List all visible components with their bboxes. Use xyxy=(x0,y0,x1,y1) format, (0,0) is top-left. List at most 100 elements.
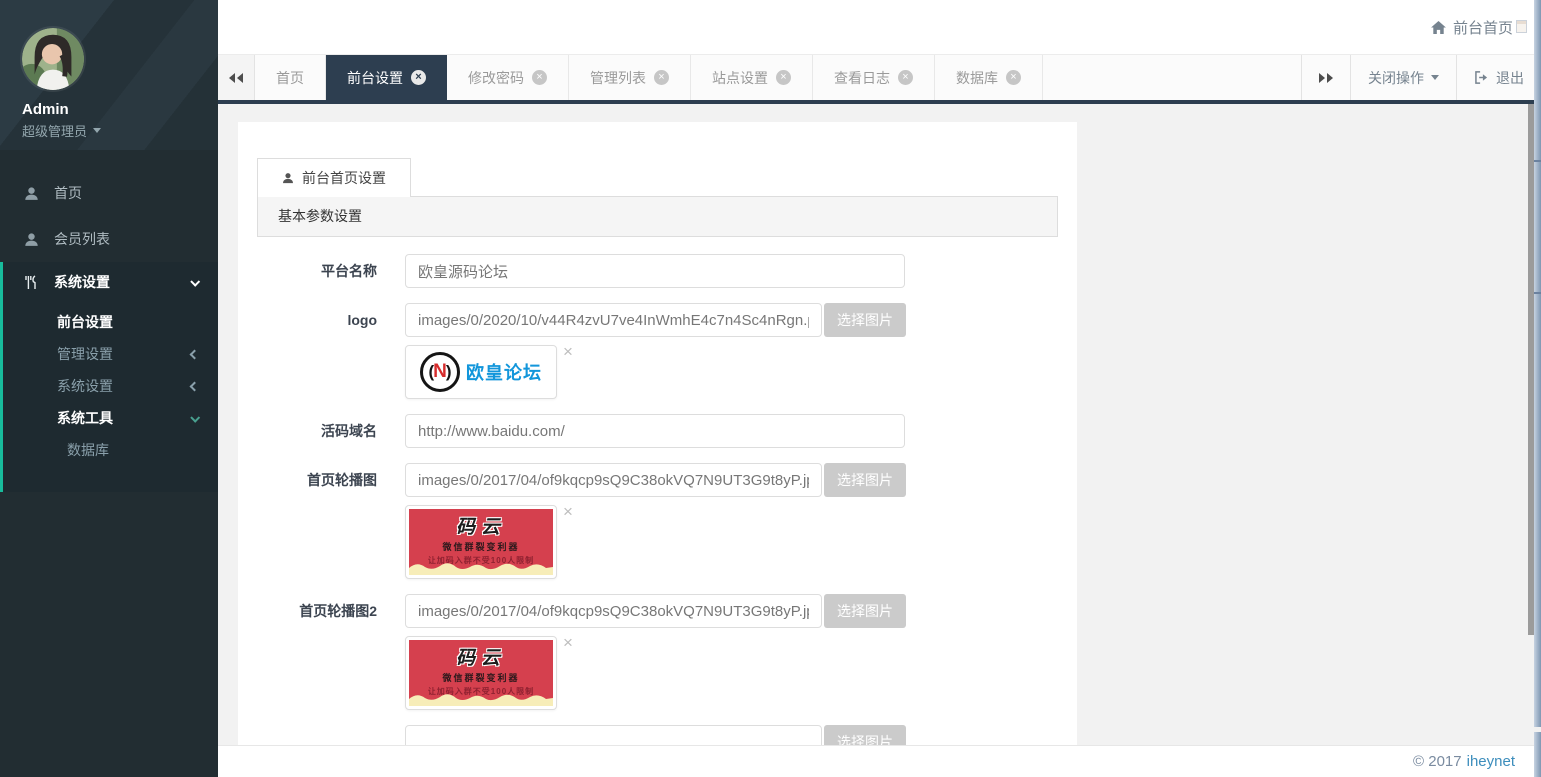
footer-brand-link[interactable]: iheynet xyxy=(1467,753,1515,770)
carousel1-path-input[interactable] xyxy=(405,463,822,497)
window-scrollbar[interactable] xyxy=(1534,0,1541,777)
form-row: 活码域名 xyxy=(257,414,1058,448)
chevron-left-icon xyxy=(190,381,200,391)
user-icon xyxy=(282,172,294,184)
sidebar-item-system-tools[interactable]: 系统工具 xyxy=(3,402,218,434)
chevron-down-icon xyxy=(190,276,200,286)
close-operations-dropdown[interactable]: 关闭操作 xyxy=(1350,55,1456,100)
tab-change-password[interactable]: 修改密码 × xyxy=(447,55,569,100)
platform-name-input[interactable] xyxy=(405,254,905,288)
tab-bar: 首页 前台设置 × 修改密码 × 管理列表 × 站点设置 × 查看日志 × 数据… xyxy=(218,55,1541,104)
sidebar-item-members[interactable]: 会员列表 xyxy=(0,216,218,262)
caret-down-icon xyxy=(1431,75,1439,80)
sidebar-item-label: 首页 xyxy=(54,183,82,203)
scroll-tabs-left-button[interactable] xyxy=(218,55,255,100)
logo-path-input[interactable] xyxy=(405,303,822,337)
scrollbar-gap xyxy=(1534,727,1541,732)
field-label xyxy=(257,725,377,745)
sidebar-subitem-label: 前台设置 xyxy=(57,312,113,332)
sidebar-group-label: 系统设置 xyxy=(54,272,110,292)
user-name: Admin xyxy=(22,101,218,118)
choose-image-button[interactable]: 选择图片 xyxy=(824,725,906,745)
choose-image-button[interactable]: 选择图片 xyxy=(824,594,906,628)
tab-home[interactable]: 首页 xyxy=(255,55,326,100)
remove-image-icon[interactable]: × xyxy=(563,345,573,359)
sidebar-item-system-settings[interactable]: 系统设置 xyxy=(3,370,218,402)
remove-image-icon[interactable]: × xyxy=(563,636,573,650)
logo-preview: (N) 欧皇论坛 xyxy=(405,345,557,399)
banner-subtitle: 微信群裂变利器 xyxy=(409,671,553,684)
sidebar-subitem-label: 系统设置 xyxy=(57,376,113,396)
close-tab-icon[interactable]: × xyxy=(532,70,547,85)
next-image-path-input[interactable] xyxy=(405,725,822,745)
user-role-label: 超级管理员 xyxy=(22,121,87,140)
tab-view-logs[interactable]: 查看日志 × xyxy=(813,55,935,100)
breadcrumb[interactable]: 前台首页 xyxy=(1431,17,1513,38)
avatar-image xyxy=(22,28,84,90)
banner-title: 码云 xyxy=(409,643,553,670)
main-area: 前台首页 首页 前台设置 × 修改密码 × 管理列表 × 站点设置 × 查看日志… xyxy=(218,0,1541,777)
banner-title: 码云 xyxy=(409,512,553,539)
logo-brand-text: 欧皇论坛 xyxy=(466,359,542,385)
banner-wave-decoration xyxy=(409,690,553,706)
carousel2-path-input[interactable] xyxy=(405,594,822,628)
sidebar-item-label: 会员列表 xyxy=(54,229,110,249)
tab-label: 查看日志 xyxy=(834,68,890,88)
sidebar: Admin 超级管理员 首页 会员列表 xyxy=(0,0,218,777)
tab-admin-list[interactable]: 管理列表 × xyxy=(569,55,691,100)
sidebar-subitem-label: 管理设置 xyxy=(57,344,113,364)
banner-subtitle: 微信群裂变利器 xyxy=(409,540,553,553)
settings-card: 前台首页设置 基本参数设置 平台名称 logo xyxy=(238,122,1077,745)
scroll-tabs-right-button[interactable] xyxy=(1301,55,1350,100)
sidebar-subitem-label: 数据库 xyxy=(67,440,109,460)
close-tab-icon[interactable]: × xyxy=(1006,70,1021,85)
content-area: 前台首页设置 基本参数设置 平台名称 logo xyxy=(218,104,1541,745)
chevron-down-icon xyxy=(190,412,200,422)
tab-label: 数据库 xyxy=(956,68,998,88)
sidebar-item-admin-settings[interactable]: 管理设置 xyxy=(3,338,218,370)
double-left-arrow-icon xyxy=(229,73,243,83)
tab-site-settings[interactable]: 站点设置 × xyxy=(691,55,813,100)
close-tab-icon[interactable]: × xyxy=(654,70,669,85)
choose-image-button[interactable]: 选择图片 xyxy=(824,463,906,497)
tab-frontend-homepage-settings[interactable]: 前台首页设置 xyxy=(257,158,411,197)
close-tab-icon[interactable]: × xyxy=(411,70,426,85)
close-tab-icon[interactable]: × xyxy=(898,70,913,85)
copyright-text: © 2017 xyxy=(1413,753,1462,770)
sidebar-group-header[interactable]: 系统设置 xyxy=(3,262,218,302)
breadcrumb-label: 前台首页 xyxy=(1453,17,1513,38)
scrollbar-notch xyxy=(1534,292,1541,294)
field-label: logo xyxy=(257,303,377,399)
carousel1-preview: 码云 微信群裂变利器 让加码入群不受100人限制 xyxy=(405,505,557,579)
page-icon xyxy=(1516,20,1527,33)
logout-button[interactable]: 退出 xyxy=(1456,55,1541,100)
tab-label: 首页 xyxy=(276,68,304,88)
tab-frontend-settings[interactable]: 前台设置 × xyxy=(326,55,447,100)
caret-down-icon xyxy=(93,128,101,133)
user-icon xyxy=(24,232,40,247)
remove-image-icon[interactable]: × xyxy=(563,505,573,519)
field-label: 活码域名 xyxy=(257,414,377,448)
scrollbar-notch xyxy=(1534,160,1541,162)
banner-wave-decoration xyxy=(409,559,553,575)
close-operations-label: 关闭操作 xyxy=(1368,68,1424,88)
user-role-dropdown[interactable]: 超级管理员 xyxy=(22,121,218,140)
tab-label: 站点设置 xyxy=(712,68,768,88)
logo-emblem: (N) xyxy=(420,352,460,392)
live-code-domain-input[interactable] xyxy=(405,414,905,448)
form-row: 选择图片 xyxy=(257,725,1058,745)
panel-title: 基本参数设置 xyxy=(257,197,1058,237)
sidebar-item-frontend-settings[interactable]: 前台设置 xyxy=(3,306,218,338)
sign-out-icon xyxy=(1474,71,1489,84)
tab-database[interactable]: 数据库 × xyxy=(935,55,1043,100)
close-tab-icon[interactable]: × xyxy=(776,70,791,85)
user-icon xyxy=(24,186,40,201)
inner-tab-label: 前台首页设置 xyxy=(302,168,386,188)
field-label: 首页轮播图 xyxy=(257,463,377,579)
sidebar-nav: 首页 会员列表 系统设置 前台设置 xyxy=(0,150,218,492)
inner-tab-row: 前台首页设置 xyxy=(257,158,1058,197)
sidebar-item-database[interactable]: 数据库 xyxy=(3,434,218,466)
choose-image-button[interactable]: 选择图片 xyxy=(824,303,906,337)
sidebar-item-home[interactable]: 首页 xyxy=(0,170,218,216)
avatar[interactable] xyxy=(22,28,84,90)
